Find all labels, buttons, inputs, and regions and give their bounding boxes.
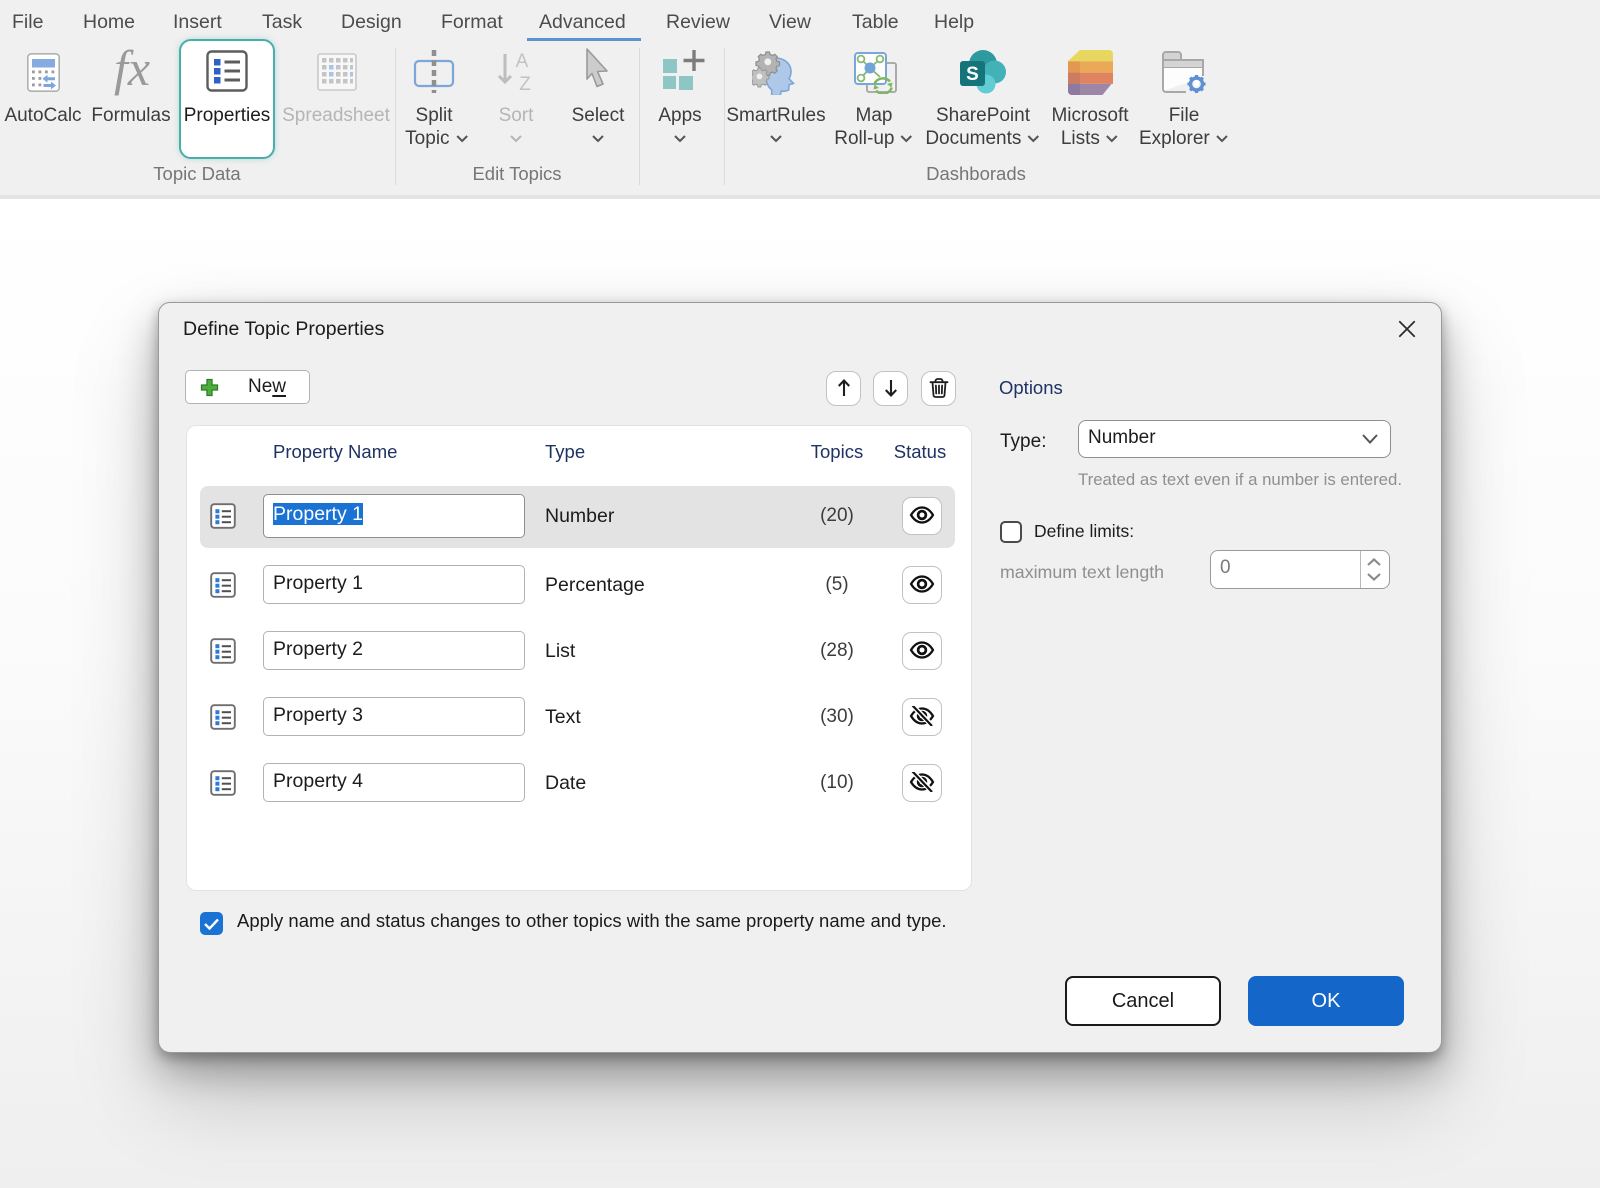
svg-text:S: S (966, 64, 979, 85)
svg-text:A: A (516, 51, 529, 72)
svg-text:Z: Z (519, 74, 531, 92)
